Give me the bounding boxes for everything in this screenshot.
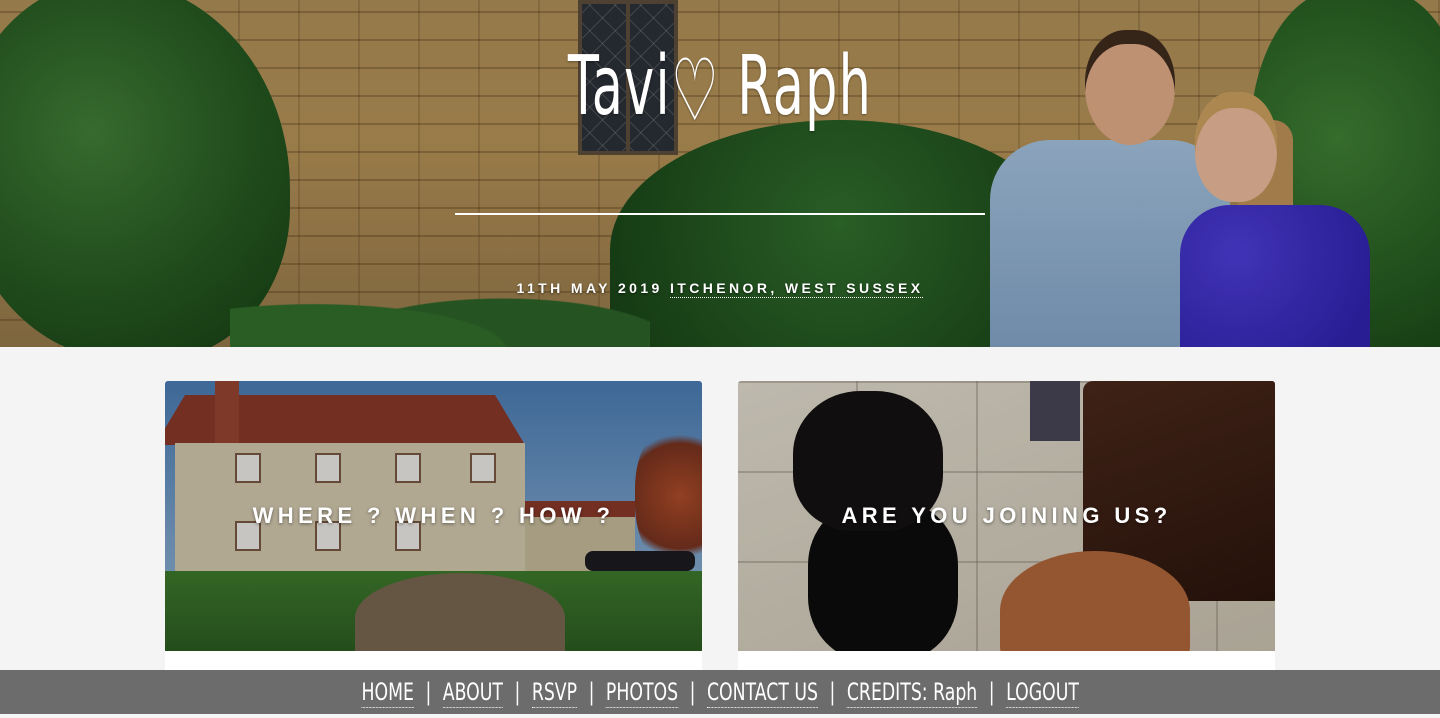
nav-contact-us[interactable]: CONTACT US (706, 678, 818, 708)
nav-separator: | (588, 678, 595, 706)
title-name-left: Tavi (567, 39, 671, 134)
title-name-right: Raph (737, 39, 873, 134)
card-rsvp[interactable]: ARE YOU JOINING US? (738, 381, 1275, 681)
nav-home[interactable]: HOME (361, 678, 414, 708)
heart-icon: ♡ (670, 41, 720, 141)
nav-separator: | (425, 678, 432, 706)
card-label-rsvp[interactable]: ARE YOU JOINING US? (738, 503, 1275, 529)
hero-banner: Tavi♡ Raph 11TH MAY 2019 ITCHENOR, WEST … (0, 0, 1440, 347)
card-label-where[interactable]: WHERE ? WHEN ? HOW ? (165, 503, 702, 529)
card-where-when-how[interactable]: WHERE ? WHEN ? HOW ? (165, 381, 702, 681)
nav-rsvp[interactable]: RSVP (531, 678, 577, 708)
event-details: 11TH MAY 2019 ITCHENOR, WEST SUSSEX (0, 280, 1440, 298)
nav-separator: | (689, 678, 696, 706)
footer-nav: HOME | ABOUT | RSVP | PHOTOS | CONTACT US | CREDIT… (0, 670, 1440, 714)
title-divider (455, 213, 985, 215)
nav-separator: | (514, 678, 521, 706)
nav-photos[interactable]: PHOTOS (605, 678, 678, 708)
page-title: Tavi♡ Raph (274, 32, 1167, 141)
event-date: 11TH MAY 2019 (516, 280, 663, 296)
nav-credits[interactable]: CREDITS: Raph (846, 678, 978, 708)
nav-separator: | (829, 678, 836, 706)
nav-separator: | (988, 678, 995, 706)
event-location-link[interactable]: ITCHENOR, WEST SUSSEX (670, 280, 924, 298)
nav-logout[interactable]: LOGOUT (1005, 678, 1079, 708)
nav-about[interactable]: ABOUT (442, 678, 503, 708)
